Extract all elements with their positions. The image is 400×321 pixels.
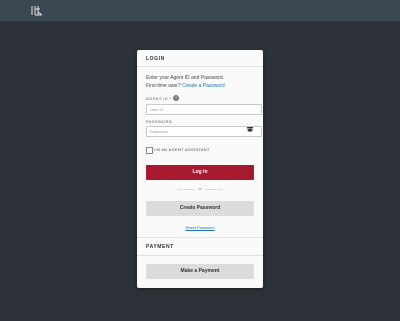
payment-title: PAYMENT [146, 244, 174, 250]
login-card: LOGIN Enter your Agent ID and Password. … [137, 50, 263, 288]
show-password-icon[interactable] [247, 127, 253, 132]
help-icon[interactable]: ? [173, 95, 179, 101]
agent-id-input[interactable]: User ID [146, 104, 262, 115]
or-text: or [198, 186, 202, 191]
intro-line-2: First-time user? Create a Password [146, 82, 258, 90]
intro-line-1: Enter your Agent ID and Password. [146, 75, 225, 81]
agent-assistant-checkbox[interactable] [146, 147, 153, 154]
login-button[interactable]: Log In [146, 165, 254, 180]
payment-divider [137, 255, 263, 256]
create-password-button[interactable]: Create Password [146, 201, 254, 216]
login-title: LOGIN [146, 56, 165, 62]
agent-assistant-label: I'M AN AGENT ASSISTANT [154, 147, 210, 152]
password-input[interactable]: Password [146, 126, 262, 137]
payment-top-divider [137, 237, 263, 238]
reset-password-link[interactable]: Reset Password [137, 225, 263, 230]
password-label: PASSWORD [146, 119, 173, 124]
intro-line-2-prefix: First-time user? [146, 83, 181, 89]
or-divider-right [205, 189, 223, 190]
login-intro: Enter your Agent ID and Password. First-… [146, 74, 258, 90]
brand-logo-icon[interactable] [30, 4, 43, 17]
top-bar [0, 0, 400, 21]
agent-id-label: AGENT ID * [146, 96, 172, 101]
make-payment-button[interactable]: Make a Payment [146, 264, 254, 279]
create-password-link[interactable]: Create a Password [182, 83, 225, 89]
login-divider [137, 66, 263, 67]
